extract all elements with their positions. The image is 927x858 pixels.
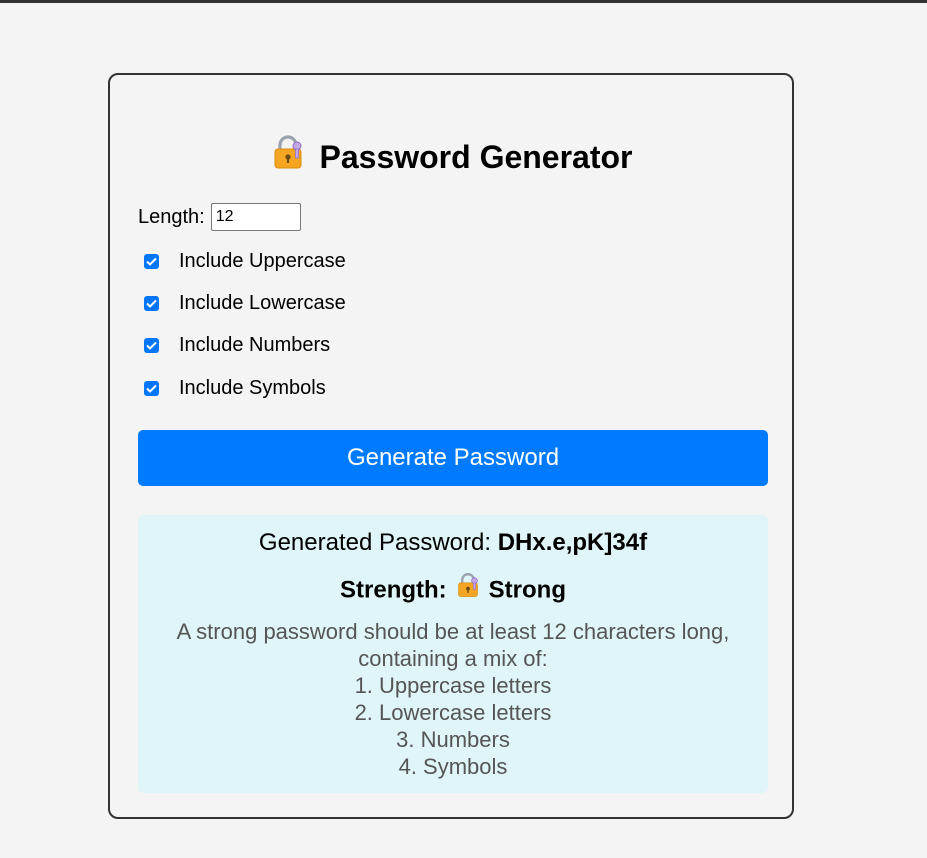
lowercase-label: Include Lowercase [179, 292, 346, 314]
option-numbers[interactable]: Include Numbers [144, 334, 330, 357]
checkmark-icon [146, 257, 157, 266]
strength-label: Strength: [340, 576, 447, 604]
symbols-label: Include Symbols [179, 377, 326, 399]
length-label: Length: [138, 205, 205, 228]
tip-line: A strong password should be at least 12 … [176, 619, 730, 644]
page-title: Password Generator [110, 134, 792, 182]
checkmark-icon [146, 299, 157, 308]
checkmark-icon [146, 341, 157, 350]
password-tips: A strong password should be at least 12 … [138, 618, 768, 780]
result-panel: Generated Password: DHx.e,pK]34f Strengt… [138, 515, 768, 793]
uppercase-checkbox[interactable] [144, 254, 159, 269]
checkmark-icon [146, 384, 157, 393]
strength-line: Strength: Strong [138, 572, 768, 608]
tip-line: 3. Numbers [396, 727, 510, 752]
window-top-border [0, 0, 927, 3]
generated-password-value: DHx.e,pK]34f [497, 529, 648, 556]
length-input[interactable] [210, 203, 301, 231]
generate-password-button[interactable]: Generate Password [138, 430, 768, 486]
tip-line: 1. Uppercase letters [354, 673, 552, 698]
password-generator-card: Password Generator Length: Include Upper… [108, 73, 794, 819]
strength-value: Strong [488, 576, 566, 604]
generated-password-line: Generated Password: DHx.e,pK]34f [138, 528, 768, 558]
numbers-checkbox[interactable] [144, 338, 159, 353]
numbers-label: Include Numbers [179, 334, 331, 356]
symbols-checkbox[interactable] [144, 381, 159, 396]
option-symbols[interactable]: Include Symbols [144, 377, 326, 400]
lock-with-key-icon [455, 572, 481, 606]
option-uppercase[interactable]: Include Uppercase [144, 250, 346, 273]
option-lowercase[interactable]: Include Lowercase [144, 292, 346, 315]
tip-line: containing a mix of: [358, 646, 548, 671]
generated-password-label: Generated Password: [258, 529, 492, 556]
uppercase-label: Include Uppercase [179, 250, 346, 272]
lowercase-checkbox[interactable] [144, 296, 159, 311]
tip-line: 2. Lowercase letters [354, 700, 552, 725]
tip-line: 4. Symbols [398, 754, 508, 779]
page-title-text: Password Generator [319, 139, 633, 175]
lock-with-key-icon [270, 134, 306, 179]
length-row: Length: [138, 203, 301, 231]
